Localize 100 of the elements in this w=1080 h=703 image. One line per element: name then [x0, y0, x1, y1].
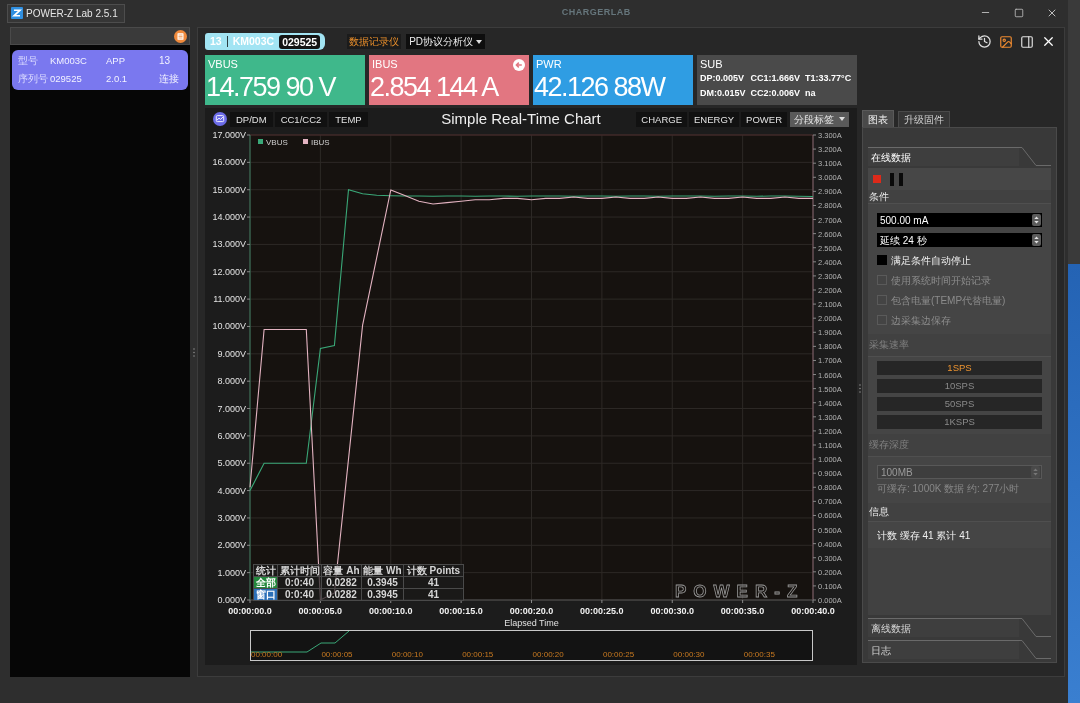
panel-layout-icon[interactable] [1020, 34, 1034, 49]
navigator-time-label: 00:00:00 [251, 650, 284, 660]
x-axis-label: 00:00:05.0 [298, 606, 343, 616]
sub-reading-value: T1:33.77°C [805, 72, 852, 85]
checkbox-label: 边采集边保存 [891, 313, 951, 328]
field-value: 2.0.1 [106, 73, 129, 85]
slant-line-icon [1019, 618, 1051, 637]
window-title: POWER-Z Lab 2.5.1 [26, 6, 118, 21]
reading-value: 14.759 90 V [205, 71, 337, 103]
legend-swatch-icon [303, 139, 308, 144]
y-axis-label: 1.000V [217, 567, 246, 578]
checkbox-label: 满足条件自动停止 [891, 253, 971, 268]
spin-arrows-icon[interactable] [1032, 234, 1041, 246]
x-axis-label: 00:00:10.0 [369, 606, 413, 616]
close-icon[interactable] [1041, 34, 1056, 49]
checkbox[interactable] [877, 255, 887, 265]
navigator-time-label: 00:00:05 [321, 650, 354, 660]
y-axis-label: 9.000V [217, 348, 246, 359]
panel-tab[interactable]: 图表 [862, 110, 894, 127]
y-axis-label: 5.000V [217, 458, 246, 469]
reading-label: VBUS [208, 58, 238, 71]
wave-circle-icon[interactable] [213, 112, 227, 126]
splitter-grip-icon[interactable] [858, 384, 861, 393]
navigator-time-label: 00:00:25 [602, 650, 636, 660]
checkbox-label: 包含电量(TEMP代替电量) [891, 293, 1006, 308]
legend-label: VBUS [266, 137, 288, 147]
reading-label: IBUS [372, 58, 398, 71]
mode-dropdown[interactable]: PD协议分析仪 [406, 34, 486, 49]
y-axis-label: 4.000V [217, 485, 246, 496]
x-axis-label: 00:00:00.0 [228, 606, 272, 616]
list-circle-icon[interactable] [174, 29, 187, 43]
table-cell: 41 [404, 589, 464, 601]
x-axis-label: 00:00:40.0 [791, 606, 835, 616]
left-arrow-circle-icon[interactable] [513, 58, 525, 71]
navigator-time-label: 00:00:20 [532, 650, 565, 660]
reading-value: 42.126 88W [533, 71, 667, 103]
section-header[interactable]: 在线数据 [868, 147, 1019, 166]
chart-option-button[interactable]: DP/DM [230, 111, 273, 127]
y-axis-label: 11.000V [213, 294, 246, 305]
y-axis-label: 7.000V [217, 403, 246, 414]
maximize-icon [1013, 7, 1024, 18]
legend-label: IBUS [311, 137, 330, 147]
device-card[interactable]: 型号 KM003C APP 13 序列号 029525 2.0.1 连接 [12, 50, 188, 90]
y-axis-label: 12.000V [212, 266, 246, 277]
timeline-navigator[interactable]: 00:00:00 00:00:05 00:00:10 00:00:15 00:00:20 00:00:25 00:00:30 00:00:35 [250, 630, 813, 661]
spin-field[interactable]: 500.00 mA [877, 213, 1042, 227]
field-value: 连接 [159, 73, 180, 85]
y-axis-label: 15.000V [212, 184, 246, 195]
port-number: 13 [210, 33, 222, 49]
chart-option-button[interactable]: POWER [741, 111, 787, 127]
group-title: 条件 [869, 190, 889, 203]
brand-name: CHARGERLAB [561, 5, 631, 19]
chart-option-button[interactable]: CC1/CC2 [274, 111, 328, 127]
history-icon[interactable] [977, 34, 992, 49]
x-axis-label: 00:00:20.0 [509, 606, 554, 616]
field-label: 序列号 [18, 73, 49, 85]
splitter-grip-icon[interactable] [192, 348, 195, 357]
x-axis-label: 00:00:30.0 [650, 606, 694, 616]
navigator-time-label: 00:00:15 [462, 650, 495, 660]
sub-reading-value: CC2:0.006V [750, 87, 801, 100]
caret-icon [839, 117, 845, 121]
sub-reading-value: DP:0.005V [700, 72, 746, 85]
info-text: 计数 缓存 41 累计 41 [877, 528, 971, 543]
section-header[interactable]: 离线数据 [868, 618, 1019, 637]
image-icon[interactable] [999, 34, 1013, 49]
mode-tab[interactable]: 数据记录仪 [347, 34, 402, 49]
chart-option-button[interactable]: TEMP [329, 111, 368, 127]
table-header-cell: 累计时间 [278, 565, 322, 577]
field-value: KM003C [50, 55, 88, 67]
navigator-time-label: 00:00:35 [743, 650, 776, 660]
y-axis-label: 17.000V [212, 130, 246, 140]
reading-label: PWR [536, 58, 562, 71]
app-logo-icon [11, 7, 23, 19]
table-cell: 0.0282 [322, 589, 362, 601]
section-header[interactable]: 日志 [868, 640, 1019, 659]
navigator-time-label: 00:00:30 [673, 650, 706, 660]
row-label: 窗口 [254, 589, 278, 601]
reading-value: 2.854 144 A [369, 71, 500, 103]
y-axis-label: 14.000V [212, 212, 246, 223]
chart-option-button[interactable]: ENERGY [689, 111, 740, 127]
slant-line-icon [1019, 147, 1051, 166]
x-axis-title: Elapsed Time [504, 618, 559, 628]
field-label: 型号 [18, 55, 39, 67]
chart-option-button[interactable]: CHARGE [636, 111, 687, 127]
table-header-cell: 能量 Wh [362, 565, 404, 577]
chart-logo: POWER-Z [675, 582, 805, 601]
table-cell: 0:0:40 [278, 589, 322, 601]
x-axis-label: 00:00:35.0 [720, 606, 765, 616]
checkbox-label: 使用系统时间开始记录 [891, 273, 991, 288]
pause-icon[interactable] [890, 172, 904, 186]
spin-field[interactable]: 延续 24 秒 [877, 233, 1042, 247]
panel-tab[interactable]: 升级固件 [898, 111, 950, 127]
spin-arrows-icon[interactable] [1032, 214, 1041, 226]
device-model: KM003C [232, 33, 275, 49]
table-cell: 0.0282 [322, 577, 362, 589]
table-cell: 41 [404, 577, 464, 589]
field-value: 13 [159, 55, 172, 67]
table-header-cell: 容量 Ah [322, 565, 362, 577]
y-axis-label: 8.000V [217, 376, 246, 387]
tag-dropdown[interactable]: 分段标签 [790, 111, 849, 127]
